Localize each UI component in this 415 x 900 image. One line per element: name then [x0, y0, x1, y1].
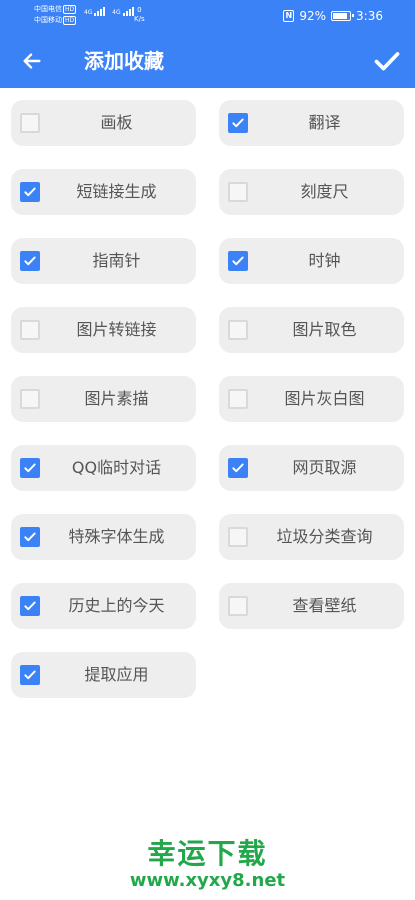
nfc-icon: N	[283, 10, 295, 22]
favorite-item[interactable]: 刻度尺	[219, 169, 404, 215]
favorite-label: 历史上的今天	[68, 596, 165, 615]
favorite-item[interactable]: 图片灰白图	[219, 376, 404, 422]
speed-unit: K/s	[134, 15, 145, 23]
favorite-label: 图片灰白图	[284, 389, 365, 408]
speed-value: 0	[137, 6, 142, 14]
app-toolbar: 添加收藏	[0, 34, 415, 88]
favorite-label: 短链接生成	[76, 182, 157, 201]
checkbox[interactable]	[228, 527, 248, 547]
favorite-item[interactable]: 历史上的今天	[11, 583, 196, 629]
favorite-item[interactable]: 翻译	[219, 100, 404, 146]
favorite-item[interactable]: 指南针	[11, 238, 196, 284]
network-speed: 0 K/s	[134, 6, 145, 24]
page-title: 添加收藏	[84, 49, 164, 73]
checkbox[interactable]	[228, 182, 248, 202]
check-icon	[24, 601, 36, 611]
checkbox[interactable]	[228, 320, 248, 340]
favorite-label: 图片取色	[292, 320, 357, 339]
status-right: N 92% 3:36	[283, 9, 383, 23]
check-icon	[374, 52, 400, 71]
checkbox[interactable]	[228, 458, 248, 478]
hd-badge-1: HD	[63, 5, 77, 14]
favorite-item[interactable]: 图片素描	[11, 376, 196, 422]
favorite-label: 网页取源	[292, 458, 357, 477]
favorite-label: 图片转链接	[76, 320, 157, 339]
checkbox[interactable]	[20, 182, 40, 202]
favorite-label: 垃圾分类查询	[276, 527, 373, 546]
checkbox[interactable]	[20, 665, 40, 685]
checkbox[interactable]	[228, 113, 248, 133]
check-icon	[232, 118, 244, 128]
favorite-label: 图片素描	[84, 389, 149, 408]
favorite-label: 指南针	[92, 251, 141, 270]
favorite-label: 翻译	[308, 113, 341, 132]
check-icon	[24, 532, 36, 542]
network-type-2: 4G	[112, 9, 121, 16]
confirm-button[interactable]	[369, 43, 405, 79]
favorite-item[interactable]: 时钟	[219, 238, 404, 284]
favorite-item[interactable]: 画板	[11, 100, 196, 146]
status-bar: 中国电信 HD 中国移动 HD 4G 4G 0 K/s N 92% 3:36	[0, 0, 415, 34]
checkbox[interactable]	[20, 458, 40, 478]
favorite-label: QQ临时对话	[71, 458, 162, 477]
network-type-1: 4G	[84, 9, 93, 16]
check-icon	[24, 670, 36, 680]
carrier-info: 中国电信 HD 中国移动 HD	[34, 4, 77, 26]
checkbox[interactable]	[228, 251, 248, 271]
checkbox[interactable]	[228, 389, 248, 409]
check-icon	[24, 187, 36, 197]
checkbox[interactable]	[20, 527, 40, 547]
favorite-label: 刻度尺	[300, 182, 349, 201]
signal-icon: 4G 4G	[84, 7, 135, 16]
favorite-item[interactable]: 短链接生成	[11, 169, 196, 215]
favorite-item[interactable]: 垃圾分类查询	[219, 514, 404, 560]
battery-icon	[331, 11, 355, 21]
check-icon	[24, 463, 36, 473]
back-button[interactable]	[14, 44, 50, 78]
checkbox[interactable]	[20, 389, 40, 409]
watermark-title: 幸运下载	[147, 837, 268, 870]
clock-time: 3:36	[356, 9, 383, 23]
checkbox[interactable]	[20, 251, 40, 271]
checkbox[interactable]	[228, 596, 248, 616]
battery-percent: 92%	[299, 9, 327, 23]
favorite-item[interactable]: 图片取色	[219, 307, 404, 353]
favorite-item[interactable]: 查看壁纸	[219, 583, 404, 629]
hd-badge-2: HD	[63, 16, 77, 25]
checkbox[interactable]	[20, 113, 40, 133]
favorite-item[interactable]: QQ临时对话	[11, 445, 196, 491]
favorite-label: 时钟	[308, 251, 341, 270]
favorite-item[interactable]: 特殊字体生成	[11, 514, 196, 560]
favorite-label: 特殊字体生成	[68, 527, 165, 546]
carrier-2: 中国移动	[34, 16, 62, 24]
favorite-item[interactable]: 网页取源	[219, 445, 404, 491]
favorite-item[interactable]: 提取应用	[11, 652, 196, 698]
arrow-left-icon	[23, 53, 41, 69]
favorite-item[interactable]: 图片转链接	[11, 307, 196, 353]
favorite-label: 查看壁纸	[292, 596, 357, 615]
checkbox[interactable]	[20, 320, 40, 340]
checkbox[interactable]	[20, 596, 40, 616]
check-icon	[232, 463, 244, 473]
carrier-1: 中国电信	[34, 5, 62, 13]
check-icon	[24, 256, 36, 266]
check-icon	[232, 256, 244, 266]
favorite-label: 提取应用	[84, 665, 149, 684]
favorite-label: 画板	[100, 113, 133, 132]
watermark-url: www.xyxy8.net	[129, 870, 286, 891]
